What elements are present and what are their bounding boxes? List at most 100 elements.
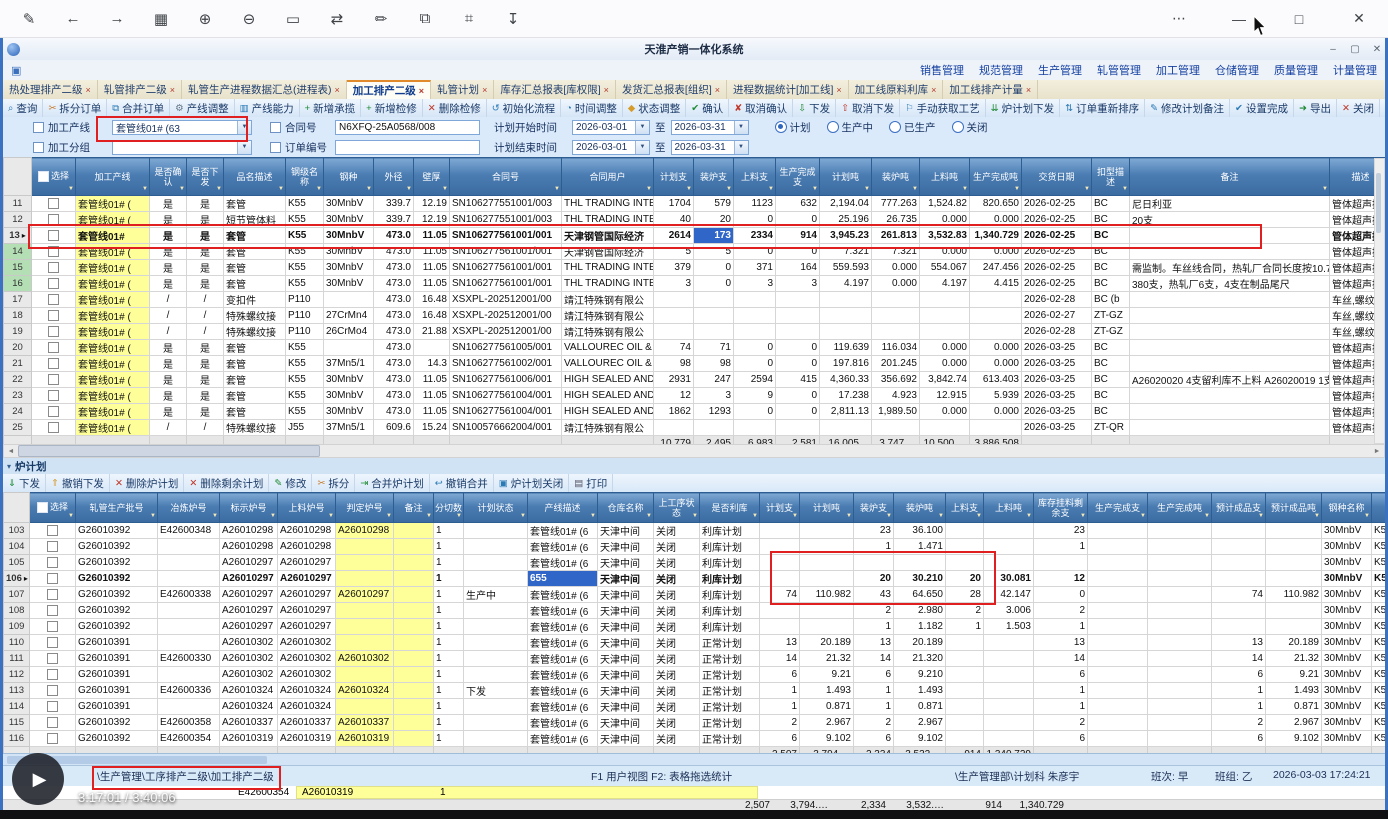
cell-product[interactable]: 特殊螺纹接 bbox=[224, 324, 286, 340]
cell-plan_pcs[interactable] bbox=[760, 571, 800, 587]
cell-wall[interactable]: 16.48 bbox=[414, 292, 450, 308]
cell-mark[interactable]: A26010297 bbox=[220, 619, 278, 635]
cell-splits[interactable]: 1 bbox=[434, 587, 464, 603]
zoom-in-icon[interactable]: ⊕ bbox=[192, 10, 218, 28]
cell-thread[interactable]: BC bbox=[1092, 228, 1130, 244]
cell-confirmed[interactable]: / bbox=[150, 420, 187, 436]
cell-customer[interactable]: 靖江特殊钢有限公 bbox=[562, 420, 654, 436]
cell-due[interactable]: 2026-03-25 bbox=[1022, 420, 1092, 436]
zoom-out-icon[interactable]: ⊖ bbox=[236, 10, 262, 28]
cell-steel[interactable]: 30MnbV bbox=[1322, 603, 1372, 619]
cell-remark[interactable] bbox=[1130, 244, 1330, 260]
cell-steel[interactable]: 26CrMo4 bbox=[324, 324, 374, 340]
cell-feed_pcs[interactable] bbox=[734, 420, 776, 436]
cell-warehouse[interactable]: 天津中间 bbox=[598, 603, 654, 619]
column-header-warehouse[interactable]: 仓库名称▼ bbox=[598, 493, 654, 523]
cell-done_t[interactable]: 4.415 bbox=[970, 276, 1022, 292]
filter-icon[interactable]: ▼ bbox=[812, 184, 818, 194]
cell-remark[interactable] bbox=[394, 539, 434, 555]
toolbar-button-6[interactable]: +新增检修 bbox=[361, 99, 423, 117]
cell-prev_status[interactable]: 关闭 bbox=[654, 603, 700, 619]
column-header-mark[interactable]: 标示炉号▼ bbox=[220, 493, 278, 523]
cell-plan_t[interactable] bbox=[800, 571, 854, 587]
row-checkbox[interactable] bbox=[47, 621, 58, 632]
cell-line[interactable]: 套管线01# ( bbox=[76, 356, 150, 372]
cell-contract[interactable]: SN106277561004/001 bbox=[450, 404, 562, 420]
cell-grade[interactable]: K5 bbox=[1372, 523, 1386, 539]
cell-feed_pcs[interactable]: 2334 bbox=[734, 228, 776, 244]
column-header-steel[interactable]: 钢种▼ bbox=[324, 158, 374, 196]
cell-grade[interactable]: K55 bbox=[286, 404, 324, 420]
cell-batch[interactable]: G26010391 bbox=[76, 699, 158, 715]
cell-smelt[interactable] bbox=[158, 555, 220, 571]
cell-feedno[interactable]: A26010297 bbox=[278, 587, 336, 603]
column-header-thread[interactable]: 扣型描述▼ bbox=[1092, 158, 1130, 196]
cell-splits[interactable]: 1 bbox=[434, 603, 464, 619]
cell-plan_pcs[interactable]: 1862 bbox=[654, 404, 694, 420]
column-header-confirmed[interactable]: 是否确认▼ bbox=[150, 158, 187, 196]
cell-feed_pcs[interactable]: 2 bbox=[946, 603, 984, 619]
cell-customer[interactable]: 靖江特殊钢有限公 bbox=[562, 324, 654, 340]
cell-plan_t[interactable] bbox=[820, 308, 872, 324]
cell-done_t[interactable] bbox=[1148, 667, 1212, 683]
cell-feed_pcs[interactable] bbox=[946, 523, 984, 539]
table-row-13[interactable]: 13▸套管线01#是是套管K5530MnbV473.011.05SN106277… bbox=[4, 228, 1386, 244]
cell-judge[interactable] bbox=[336, 603, 394, 619]
cell-plan_t[interactable] bbox=[820, 324, 872, 340]
cell-furnace_t[interactable]: 9.210 bbox=[894, 667, 946, 683]
cell-done_pcs[interactable] bbox=[1088, 539, 1148, 555]
cell-feed_t[interactable]: 30.081 bbox=[984, 571, 1034, 587]
row-checkbox[interactable] bbox=[48, 422, 59, 433]
cell-customer[interactable]: 天津钢管国际经济 bbox=[562, 228, 654, 244]
cell-plan_t[interactable]: 0.871 bbox=[800, 699, 854, 715]
cell-customer[interactable]: THL TRADING INTE bbox=[562, 276, 654, 292]
status-radio-2[interactable]: 已生产 bbox=[889, 120, 936, 135]
cell-smelt[interactable] bbox=[158, 635, 220, 651]
cell-select[interactable] bbox=[30, 555, 76, 571]
cell-furnace_t[interactable] bbox=[872, 420, 920, 436]
cell-done_t[interactable]: 0.000 bbox=[970, 340, 1022, 356]
download-icon[interactable]: ↧ bbox=[500, 10, 526, 28]
cell-done_t[interactable]: 613.403 bbox=[970, 372, 1022, 388]
cell-furnace_pcs[interactable]: 2 bbox=[854, 715, 894, 731]
cell-line[interactable]: 套管线01# (6 bbox=[528, 603, 598, 619]
cell-est_pcs[interactable] bbox=[1212, 539, 1266, 555]
cell-done_pcs[interactable] bbox=[776, 308, 820, 324]
cell-feed_pcs[interactable] bbox=[946, 667, 984, 683]
cell-furnace_t[interactable]: 7.321 bbox=[872, 244, 920, 260]
row-checkbox[interactable] bbox=[48, 246, 59, 257]
cell-done_t[interactable]: 1,340.729 bbox=[970, 228, 1022, 244]
cell-remark[interactable] bbox=[1130, 340, 1330, 356]
column-header-grade[interactable]: 钢级名称▼ bbox=[286, 158, 324, 196]
cell-due[interactable]: 2026-03-25 bbox=[1022, 404, 1092, 420]
cell-feed_t[interactable]: 0.000 bbox=[920, 340, 970, 356]
row-checkbox[interactable] bbox=[47, 685, 58, 696]
cell-feed_pcs[interactable]: 1 bbox=[946, 619, 984, 635]
cell-plan_t[interactable] bbox=[820, 292, 872, 308]
cell-feed_pcs[interactable]: 0 bbox=[734, 340, 776, 356]
cell-plan_pcs[interactable]: 74 bbox=[760, 587, 800, 603]
cell-remark[interactable]: 尼日利亚 bbox=[1130, 196, 1330, 212]
horizontal-scrollbar[interactable]: ◄ ► bbox=[3, 444, 1385, 458]
column-header-done_pcs[interactable]: 生产完成支▼ bbox=[1088, 493, 1148, 523]
cell-done_pcs[interactable] bbox=[776, 420, 820, 436]
table-row-116[interactable]: 116G26010392E42600354A26010319A26010319A… bbox=[4, 731, 1386, 747]
cell-wall[interactable]: 11.05 bbox=[414, 372, 450, 388]
cell-select[interactable] bbox=[32, 388, 76, 404]
toolbar-button-19[interactable]: ✔设置完成 bbox=[1230, 99, 1294, 117]
cell-done_pcs[interactable] bbox=[1088, 731, 1148, 747]
filter-icon[interactable]: ▼ bbox=[456, 511, 462, 521]
cell-plan_t[interactable] bbox=[820, 420, 872, 436]
cell-wall[interactable]: 11.05 bbox=[414, 228, 450, 244]
cell-status[interactable] bbox=[464, 731, 528, 747]
menu-item-5[interactable]: 仓储管理 bbox=[1215, 62, 1259, 78]
cell-plan_pcs[interactable] bbox=[654, 420, 694, 436]
cell-feed_pcs[interactable] bbox=[946, 635, 984, 651]
cell-feed_pcs[interactable]: 0 bbox=[734, 212, 776, 228]
filter-icon[interactable]: ▼ bbox=[442, 184, 448, 194]
cell-feed_t[interactable]: 1,524.82 bbox=[920, 196, 970, 212]
cell-batch[interactable]: G26010392 bbox=[76, 715, 158, 731]
cell-done_pcs[interactable] bbox=[1088, 651, 1148, 667]
cell-plan_t[interactable] bbox=[800, 523, 854, 539]
cell-prev_status[interactable]: 关闭 bbox=[654, 523, 700, 539]
